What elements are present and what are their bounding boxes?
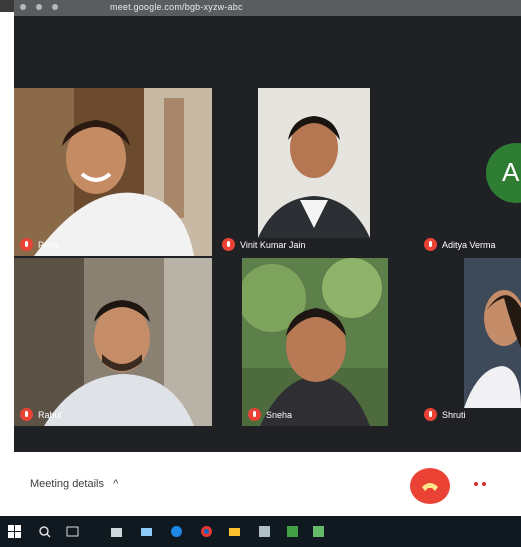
participant-name: Aditya Verma: [442, 239, 496, 250]
participant-tile[interactable]: A Aditya Verma: [418, 88, 521, 256]
windows-start-icon[interactable]: [8, 525, 21, 538]
meeting-details-button[interactable]: Meeting details ^: [30, 478, 118, 490]
participant-tile[interactable]: Sneha: [242, 258, 388, 426]
url-text[interactable]: meet.google.com/bgb-xyzw-abc: [110, 2, 243, 12]
avatar-initial: A: [502, 157, 520, 187]
screenshot: meet.google.com/bgb-xyzw-abc Priya Vinit…: [0, 0, 521, 547]
participant-tile[interactable]: Priya: [14, 88, 212, 256]
forward-icon[interactable]: [36, 4, 42, 10]
app-icon[interactable]: [312, 525, 325, 538]
chevron-up-icon: ^: [113, 478, 119, 490]
participant-video: [14, 88, 212, 256]
mic-off-icon: [248, 408, 261, 421]
mic-off-icon: [424, 238, 437, 251]
search-icon[interactable]: [38, 525, 51, 538]
participant-name: Shruti: [442, 409, 466, 420]
dot-icon: [474, 482, 478, 486]
participant-video: [242, 258, 388, 426]
phone-hangup-icon: [422, 483, 438, 491]
back-icon[interactable]: [20, 4, 26, 10]
end-call-button[interactable]: [410, 468, 450, 504]
participant-name: Rahul: [38, 409, 62, 420]
video-grid: Priya Vinit Kumar Jain A Aditya Verma Ra…: [14, 16, 521, 452]
meeting-controls-bar: Meeting details ^: [0, 452, 521, 516]
participant-label: Vinit Kumar Jain: [222, 238, 305, 251]
reload-icon[interactable]: [52, 4, 58, 10]
dot-icon: [482, 482, 486, 486]
participant-avatar: A: [486, 143, 521, 203]
participant-tile[interactable]: Shruti: [418, 258, 521, 426]
task-view-icon[interactable]: [66, 525, 79, 538]
files-icon[interactable]: [228, 525, 241, 538]
meet-icon[interactable]: [286, 525, 299, 538]
settings-icon[interactable]: [258, 525, 271, 538]
participant-label: Aditya Verma: [424, 238, 496, 251]
participant-name: Vinit Kumar Jain: [240, 239, 306, 250]
mic-off-icon: [20, 238, 33, 251]
participant-video: [216, 88, 416, 256]
store-icon[interactable]: [110, 525, 123, 538]
edge-icon[interactable]: [170, 525, 183, 538]
participant-label: Priya: [20, 238, 59, 251]
participant-name: Sneha: [266, 409, 293, 420]
participant-label: Rahul: [20, 408, 62, 421]
participant-label: Shruti: [424, 408, 466, 421]
participant-tile[interactable]: Rahul: [14, 258, 212, 426]
participant-name: Priya: [38, 239, 59, 250]
chrome-icon[interactable]: [200, 525, 213, 538]
windows-taskbar: [0, 516, 521, 547]
more-options-button[interactable]: [474, 482, 486, 486]
mic-off-icon: [424, 408, 437, 421]
mail-icon[interactable]: [140, 525, 153, 538]
participant-label: Sneha: [248, 408, 292, 421]
participant-tile[interactable]: Vinit Kumar Jain: [216, 88, 416, 256]
mic-off-icon: [222, 238, 235, 251]
meeting-details-label: Meeting details: [30, 478, 104, 490]
participant-video: [14, 258, 212, 426]
browser-nav-icons: [20, 4, 58, 10]
participant-video: [418, 258, 521, 426]
mic-off-icon: [20, 408, 33, 421]
browser-address-bar[interactable]: meet.google.com/bgb-xyzw-abc: [14, 0, 521, 16]
